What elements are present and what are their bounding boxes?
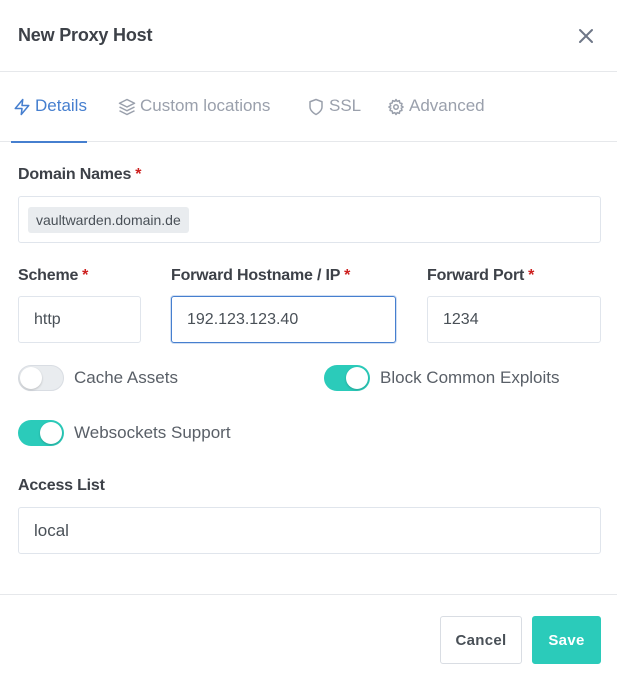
block-exploits-toggle[interactable] — [324, 365, 370, 391]
required-mark: * — [344, 267, 351, 284]
domain-chip[interactable]: vaultwarden.domain.de — [28, 207, 189, 233]
domain-names-label: Domain Names * — [18, 166, 141, 184]
required-mark: * — [135, 166, 142, 183]
tab-label: Custom locations — [140, 96, 271, 115]
forward-host-input[interactable]: 192.123.123.40 — [171, 296, 396, 343]
block-exploits-label: Block Common Exploits — [380, 368, 560, 387]
toggle-knob — [40, 422, 62, 444]
toggle-knob — [346, 367, 368, 389]
scheme-label: Scheme * — [18, 267, 88, 285]
tab-label: Details — [35, 96, 87, 115]
close-button[interactable] — [574, 24, 598, 48]
forward-port-label: Forward Port * — [427, 267, 534, 285]
access-list-label: Access List — [18, 477, 105, 494]
tab-advanced[interactable]: Advanced — [387, 96, 485, 142]
layers-icon — [118, 98, 136, 116]
tab-ssl[interactable]: SSL — [307, 96, 361, 142]
cancel-button[interactable]: Cancel — [440, 616, 522, 664]
tab-label: SSL — [329, 96, 362, 115]
access-list-select[interactable]: local — [18, 507, 601, 554]
label-text: Scheme — [18, 267, 79, 284]
bolt-icon — [14, 98, 30, 116]
label-text: Forward Port — [427, 267, 525, 284]
tab-label: Advanced — [409, 96, 485, 115]
tab-details[interactable]: Details — [11, 96, 87, 143]
websockets-toggle[interactable] — [18, 420, 64, 446]
modal-header: New Proxy Host — [0, 0, 617, 72]
tab-bar: Details Custom locations SSL Advanced — [0, 72, 617, 143]
forward-host-label: Forward Hostname / IP * — [171, 267, 350, 285]
websockets-label: Websockets Support — [74, 423, 231, 442]
shield-icon — [309, 98, 323, 116]
close-icon — [579, 29, 593, 43]
scheme-select[interactable]: http — [18, 296, 141, 343]
cache-assets-label: Cache Assets — [74, 368, 178, 387]
save-button[interactable]: Save — [532, 616, 601, 664]
block-exploits-toggle-row[interactable]: Block Common Exploits — [324, 365, 560, 391]
required-mark: * — [82, 267, 89, 284]
required-mark: * — [528, 267, 535, 284]
modal-title: New Proxy Host — [18, 25, 153, 45]
websockets-toggle-row[interactable]: Websockets Support — [18, 420, 231, 446]
label-text: Domain Names — [18, 166, 132, 183]
tab-custom-locations[interactable]: Custom locations — [118, 96, 270, 142]
forward-port-input[interactable]: 1234 — [427, 296, 601, 343]
gear-icon — [388, 98, 404, 116]
toggle-knob — [20, 367, 42, 389]
cache-assets-toggle[interactable] — [18, 365, 64, 391]
modal-footer: Cancel Save — [0, 594, 617, 680]
label-text: Forward Hostname / IP — [171, 267, 341, 284]
cache-assets-toggle-row[interactable]: Cache Assets — [18, 365, 178, 391]
